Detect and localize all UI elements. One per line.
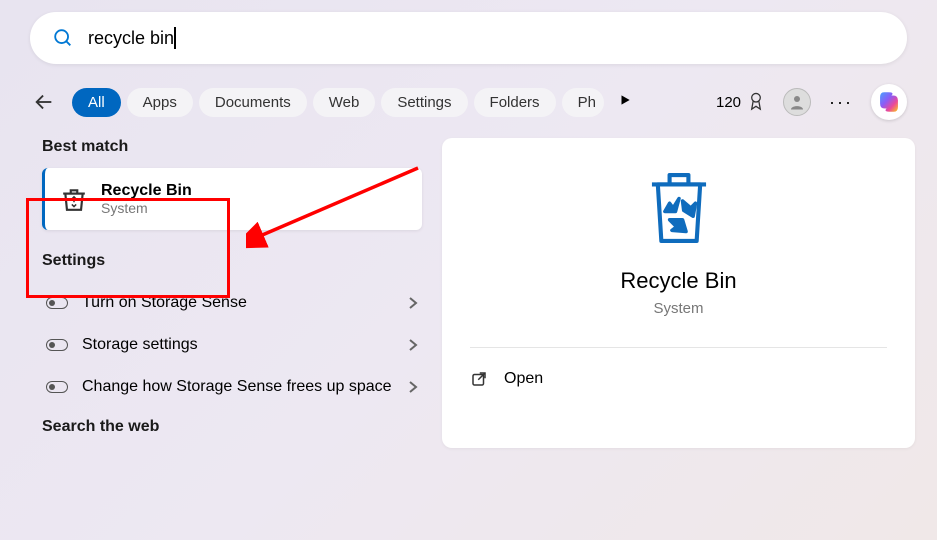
- copilot-button[interactable]: [871, 84, 907, 120]
- search-icon: [52, 27, 74, 49]
- rewards-icon: [747, 92, 765, 112]
- chevron-right-icon: [408, 296, 418, 310]
- chevron-right-icon: [408, 338, 418, 352]
- filter-documents[interactable]: Documents: [199, 88, 307, 117]
- best-match-result[interactable]: Recycle Bin System: [42, 168, 422, 230]
- results-list: Best match Recycle Bin System Settings T…: [42, 138, 422, 448]
- copilot-icon: [876, 89, 902, 115]
- back-button[interactable]: [30, 88, 58, 116]
- more-options[interactable]: ···: [829, 92, 853, 113]
- open-label: Open: [504, 370, 543, 388]
- best-match-subtitle: System: [101, 200, 192, 216]
- filter-web[interactable]: Web: [313, 88, 376, 117]
- settings-heading: Settings: [42, 252, 422, 270]
- settings-item-storage-settings[interactable]: Storage settings: [42, 324, 422, 366]
- best-match-title: Recycle Bin: [101, 182, 192, 200]
- open-action[interactable]: Open: [470, 370, 887, 388]
- settings-item-label: Turn on Storage Sense: [82, 294, 394, 312]
- toggle-icon: [46, 339, 68, 351]
- text-cursor: [174, 27, 176, 49]
- search-bar[interactable]: recycle bin: [30, 12, 907, 64]
- divider: [470, 347, 887, 348]
- scroll-filters-right[interactable]: [618, 93, 632, 112]
- filter-apps[interactable]: Apps: [127, 88, 193, 117]
- toggle-icon: [46, 381, 68, 393]
- filter-settings[interactable]: Settings: [381, 88, 467, 117]
- toggle-icon: [46, 297, 68, 309]
- recycle-bin-icon: [61, 186, 87, 212]
- filter-folders[interactable]: Folders: [474, 88, 556, 117]
- filter-all[interactable]: All: [72, 88, 121, 117]
- detail-panel: Recycle Bin System Open: [442, 138, 915, 448]
- settings-item-label: Change how Storage Sense frees up space: [82, 378, 394, 396]
- chevron-right-icon: [408, 380, 418, 394]
- filter-row: All Apps Documents Web Settings Folders …: [30, 84, 907, 120]
- settings-item-storage-sense[interactable]: Turn on Storage Sense: [42, 282, 422, 324]
- search-web-heading: Search the web: [42, 418, 422, 436]
- filter-photos[interactable]: Ph: [562, 88, 604, 117]
- detail-title: Recycle Bin: [470, 268, 887, 294]
- points-value: 120: [716, 94, 741, 111]
- rewards-points[interactable]: 120: [716, 92, 765, 112]
- settings-item-storage-sense-space[interactable]: Change how Storage Sense frees up space: [42, 366, 422, 408]
- best-match-heading: Best match: [42, 138, 422, 156]
- detail-subtitle: System: [470, 300, 887, 317]
- recycle-bin-large-icon: [643, 168, 715, 248]
- search-query-text: recycle bin: [88, 28, 174, 49]
- user-avatar[interactable]: [783, 88, 811, 116]
- settings-item-label: Storage settings: [82, 336, 394, 354]
- open-icon: [470, 370, 488, 388]
